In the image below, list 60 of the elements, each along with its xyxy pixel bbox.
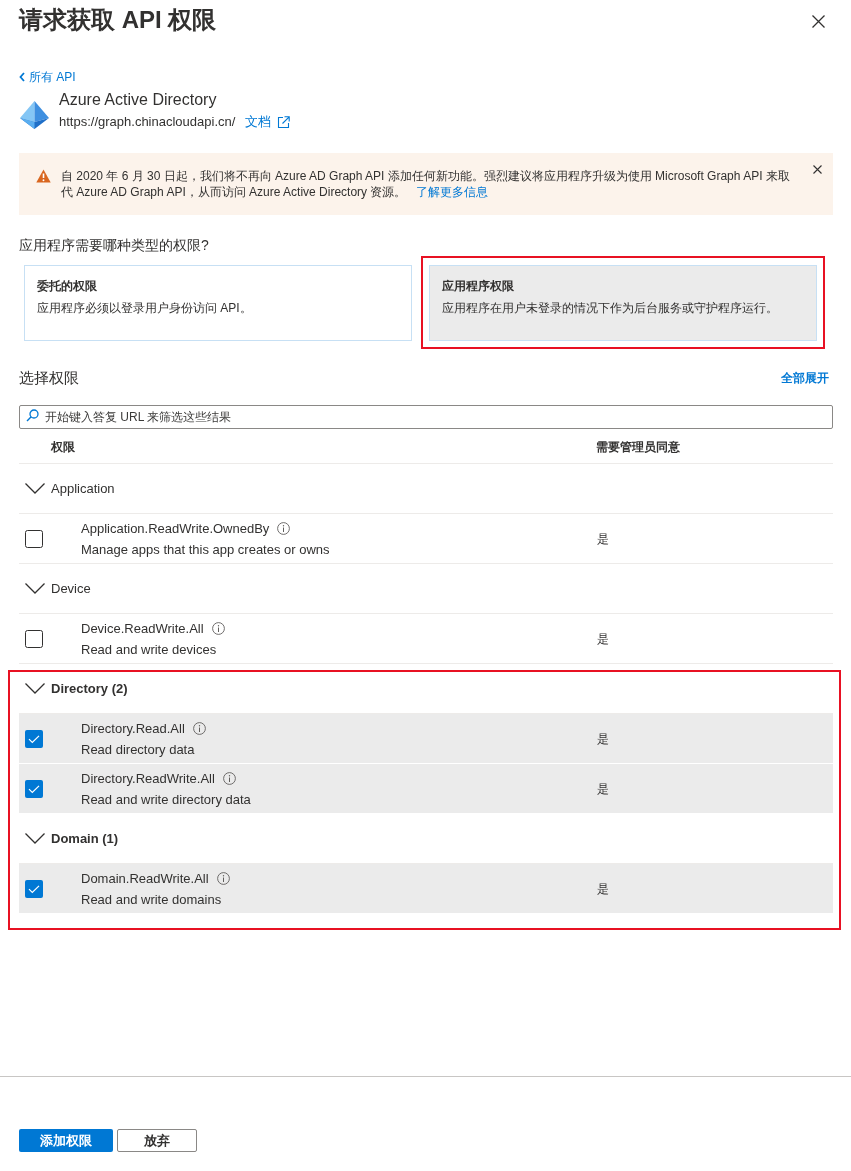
permission-name: Application.ReadWrite.OwnedBy <box>81 519 270 538</box>
column-header: 需要管理员同意 <box>596 439 680 454</box>
group-toggle[interactable]: Directory (2) <box>25 678 128 699</box>
warning-icon <box>36 169 51 183</box>
admin-consent-value: 是 <box>597 780 609 798</box>
checkbox[interactable] <box>25 629 43 648</box>
permission-type-card[interactable]: 应用程序权限 应用程序在用户未登录的情况下作为后台服务或守护程序运行。 <box>429 265 817 341</box>
admin-consent-value: 是 <box>597 530 609 548</box>
info-icon[interactable] <box>192 721 206 735</box>
group-toggle[interactable]: Domain (1) <box>25 828 119 849</box>
external-link-icon <box>277 115 291 129</box>
close-icon[interactable] <box>812 15 825 28</box>
permission-name: Directory.Read.All <box>81 719 185 738</box>
permission-type-card[interactable]: 委托的权限 应用程序必须以登录用户身份访问 API。 <box>24 265 412 341</box>
admin-consent-value: 是 <box>597 730 609 748</box>
permission-description: Read and write directory data <box>81 790 251 809</box>
admin-consent-value: 是 <box>597 880 609 898</box>
info-icon[interactable] <box>216 871 230 885</box>
checkbox[interactable] <box>25 529 43 548</box>
checkbox[interactable] <box>25 779 43 798</box>
docs-link[interactable]: 文档 <box>245 112 291 132</box>
expand-all-link[interactable]: 全部展开 <box>781 369 829 387</box>
pyramid-logo-icon <box>20 101 49 129</box>
search-icon <box>26 409 39 422</box>
permission-type-question: 应用程序需要哪种类型的权限? <box>19 236 209 255</box>
add-permissions-button[interactable]: 添加权限 <box>19 1129 113 1152</box>
info-icon[interactable] <box>277 521 291 535</box>
card-description: 应用程序必须以登录用户身份访问 API。 <box>37 300 252 317</box>
permission-description: Read and write devices <box>81 640 217 659</box>
learn-more-link[interactable]: 了解更多信息 <box>416 185 489 199</box>
api-url: https://graph.chinacloudapi.cn/ <box>59 113 236 132</box>
permission-description: Manage apps that this app creates or owns <box>81 540 330 559</box>
permission-row[interactable]: Directory.ReadWrite.All Read and write directory data 是 <box>19 764 833 814</box>
admin-consent-value: 是 <box>597 630 609 648</box>
chevron-left-icon <box>19 72 25 82</box>
permission-description: Read directory data <box>81 740 195 759</box>
info-icon[interactable] <box>211 621 225 635</box>
checkbox[interactable] <box>25 729 43 748</box>
close-icon[interactable] <box>813 165 822 174</box>
permission-row[interactable]: Domain.ReadWrite.All Read and write domains 是 <box>19 864 833 914</box>
permission-name: Domain.ReadWrite.All <box>81 869 209 888</box>
section-heading: 选择权限 <box>19 368 79 388</box>
back-link[interactable]: 所有 API <box>19 69 76 85</box>
permission-description: Read and write domains <box>81 890 222 909</box>
group-toggle[interactable]: Device <box>25 578 91 599</box>
panel-title: 请求获取 API 权限 <box>19 5 217 35</box>
permission-name: Directory.ReadWrite.All <box>81 769 215 788</box>
permission-row[interactable]: Directory.Read.All Read directory data 是 <box>19 714 833 764</box>
search-field[interactable]: 开始键入答复 URL 来筛选这些结果 <box>19 405 833 429</box>
discard-button[interactable]: 放弃 <box>117 1129 197 1152</box>
group-toggle[interactable]: Application <box>25 478 115 499</box>
card-title: 应用程序权限 <box>442 278 514 295</box>
warning-message: 自 2020 年 6 月 30 日起，我们将不再向 Azure AD Graph API 添加任何新功能。强烈建议将应用程序升级为使用 Microsoft Graph API 来取代 Azure AD Graph API，从而访问 Azure Active Directory 资源。 了解更多信息 <box>61 168 791 200</box>
card-title: 委托的权限 <box>37 278 97 295</box>
column-header: 权限 <box>51 439 75 454</box>
card-description: 应用程序在用户未登录的情况下作为后台服务或守护程序运行。 <box>442 300 778 317</box>
permission-name: Device.ReadWrite.All <box>81 619 204 638</box>
api-name: Azure Active Directory <box>59 90 217 110</box>
checkbox[interactable] <box>25 879 43 898</box>
info-icon[interactable] <box>222 771 236 785</box>
